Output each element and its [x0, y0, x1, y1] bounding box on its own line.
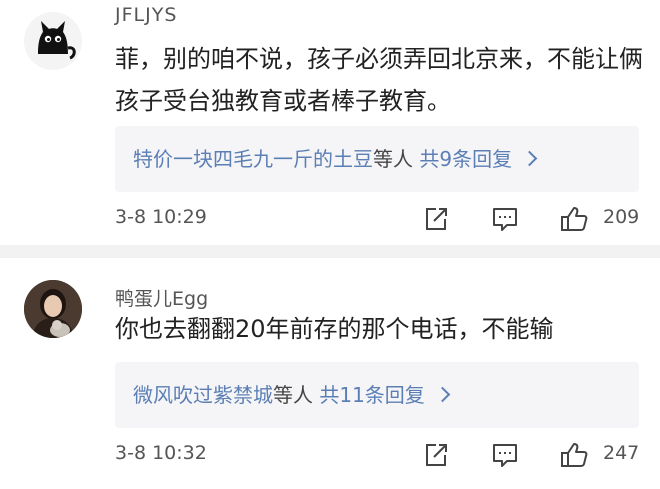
comment-icon[interactable] [490, 204, 520, 234]
timestamp: 3-8 10:32 [115, 442, 207, 464]
cat-icon [24, 12, 82, 70]
person-with-cat-avatar[interactable] [24, 280, 82, 338]
like-count: 209 [603, 206, 640, 228]
replies-summary[interactable]: 特价一块四毛九一斤的土豆等人 共9条回复 [115, 126, 639, 192]
share-icon[interactable] [421, 440, 451, 470]
reply-count[interactable]: 共11条回复 [319, 383, 424, 407]
thumbs-up-icon[interactable] [559, 440, 589, 470]
comment-footer: 3-8 10:32 247 [115, 440, 645, 470]
comment-text: 你也去翻翻20年前存的那个电话，不能输 [115, 315, 554, 343]
comment-separator [0, 245, 660, 258]
thumbs-up-icon[interactable] [559, 204, 589, 234]
reply-count[interactable]: 共9条回复 [419, 147, 512, 171]
like-count: 247 [603, 442, 640, 464]
chevron-right-icon [521, 150, 538, 167]
share-icon[interactable] [421, 204, 451, 234]
replies-summary[interactable]: 微风吹过紫禁城等人 共11条回复 [115, 362, 639, 428]
username[interactable]: JFLJYS [115, 4, 177, 26]
comment-item: JFLJYS 菲，别的咱不说，孩子必须弄回北京来，不能让俩孩子受台独教育或者棒子… [0, 0, 660, 245]
comment-item: 鸭蛋儿Egg 你也去翻翻20年前存的那个电话，不能输 微风吹过紫禁城等人 共11… [0, 258, 660, 489]
comment-footer: 3-8 10:29 209 [115, 204, 645, 234]
username[interactable]: 鸭蛋儿Egg [115, 284, 208, 311]
reply-middle: 等人 [373, 147, 413, 171]
timestamp: 3-8 10:29 [115, 206, 207, 228]
black-cat-avatar[interactable] [24, 12, 82, 70]
reply-middle: 等人 [273, 383, 313, 407]
person-icon [24, 280, 82, 338]
comment-text: 菲，别的咱不说，孩子必须弄回北京来，不能让俩孩子受台独教育或者棒子教育。 [115, 45, 643, 115]
reply-names[interactable]: 特价一块四毛九一斤的土豆 [133, 147, 373, 171]
chevron-right-icon [434, 386, 451, 403]
reply-names[interactable]: 微风吹过紫禁城 [133, 383, 273, 407]
comment-icon[interactable] [490, 440, 520, 470]
